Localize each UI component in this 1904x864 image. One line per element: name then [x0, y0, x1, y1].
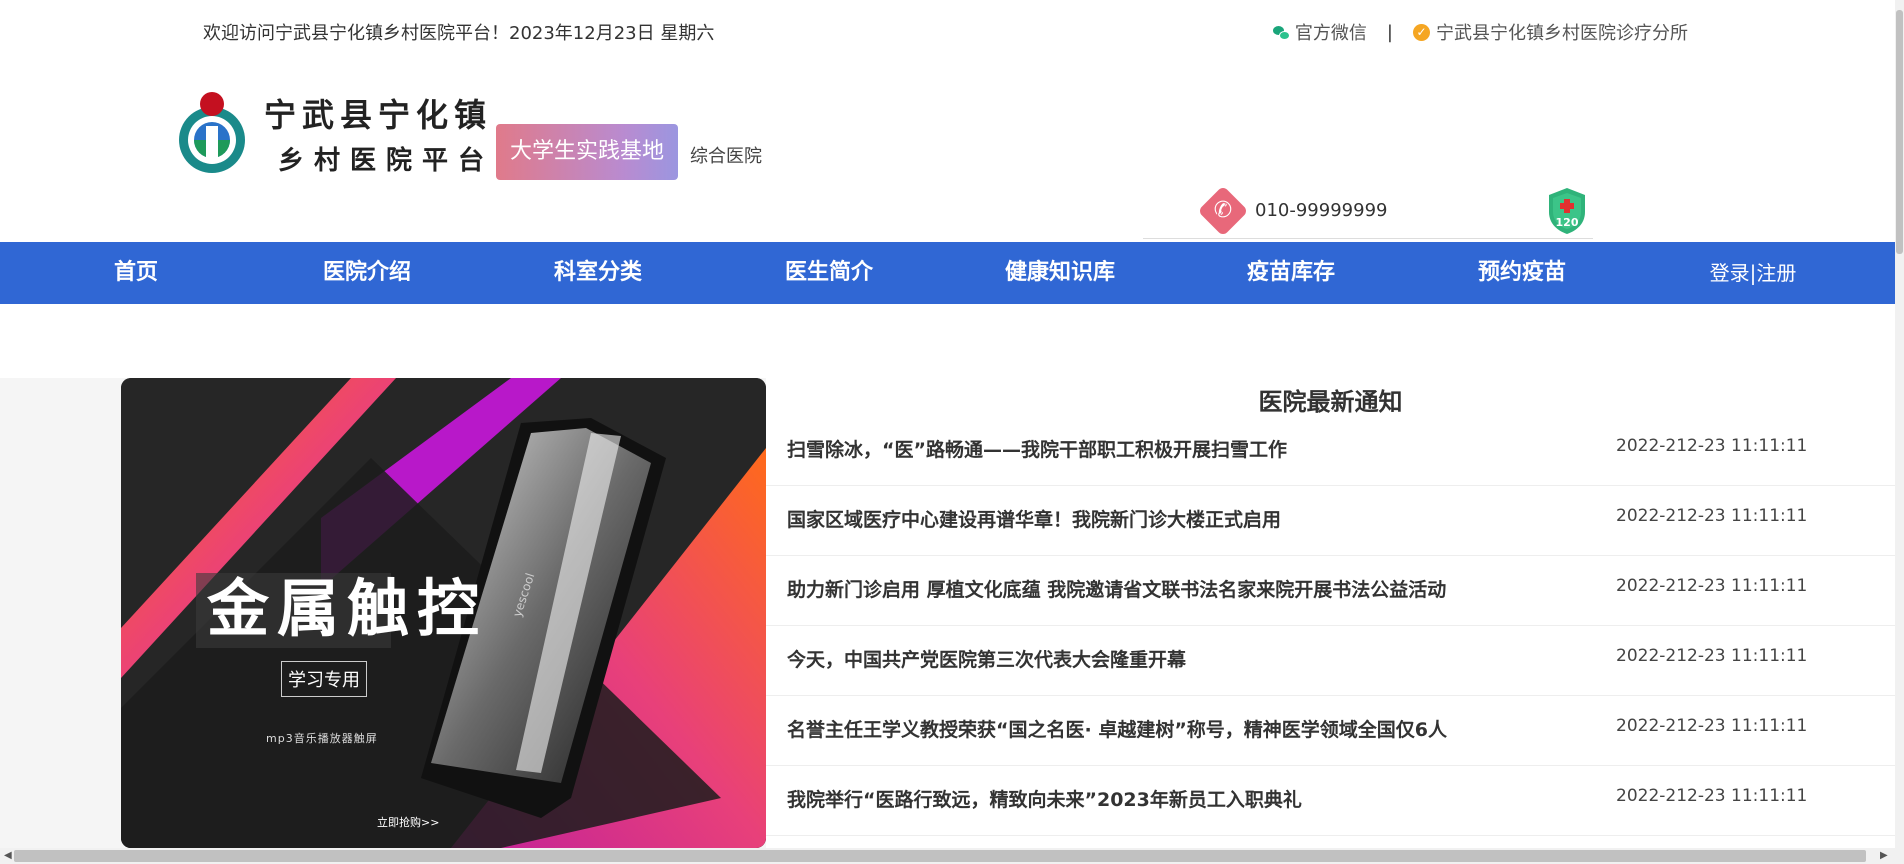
- notice-panel: 医院最新通知 扫雪除冰，“医”路畅通——我院干部职工积极开展扫雪工作 2022-…: [766, 378, 1895, 848]
- notice-panel-title: 医院最新通知: [1258, 388, 1403, 416]
- scroll-right-arrow-icon[interactable]: ▶: [1880, 848, 1888, 864]
- notice-text: 国家区域医疗中心建设再谱华章！我院新门诊大楼正式启用: [787, 509, 1282, 531]
- check-circle-icon: ✓: [1413, 23, 1430, 41]
- notice-date: 2022-212-23 11:11:11: [1616, 506, 1808, 526]
- notice-item[interactable]: 名誉主任王学义教授荣获“国之名医· 卓越建树”称号，精神医学领域全国仅6人 20…: [766, 695, 1895, 766]
- notice-item[interactable]: 助力新门诊启用 厚植文化底蕴 我院邀请省文联书法名家来院开展书法公益活动 202…: [766, 555, 1895, 626]
- notice-date: 2022-212-23 11:11:11: [1616, 716, 1808, 736]
- wechat-icon: [1272, 25, 1290, 40]
- vertical-scrollbar[interactable]: [1895, 0, 1904, 848]
- nav-item-vaccine-booking[interactable]: 预约疫苗: [1478, 242, 1566, 304]
- logo-emblem-icon: [179, 92, 245, 173]
- practice-base-badge: 大学生实践基地: [496, 124, 678, 180]
- site-logo[interactable]: 宁武县宁化镇 乡村医院平台: [172, 88, 486, 228]
- link-separator: |: [1386, 21, 1393, 43]
- header: 宁武县宁化镇 乡村医院平台 大学生实践基地 综合医院 ✆ 010-9999999…: [0, 60, 1888, 242]
- notice-date: 2022-212-23 11:11:11: [1616, 576, 1808, 596]
- scroll-left-arrow-icon[interactable]: ◀: [4, 848, 12, 864]
- main-content: 金属触控 学习专用 mp3音乐播放器触屏 yescool 立即抢购>> 医院最新…: [0, 378, 1895, 848]
- nav-item-hospital-intro[interactable]: 医院介绍: [323, 242, 411, 304]
- top-bar: 欢迎访问宁武县宁化镇乡村医院平台！2023年12月23日 星期六 官方微信 | …: [0, 0, 1888, 60]
- notice-text: 我院举行“医路行致远，精致向未来”2023年新员工入职典礼: [787, 789, 1302, 811]
- hospital-type-label: 综合医院: [690, 146, 762, 167]
- nav-item-home[interactable]: 首页: [114, 242, 158, 304]
- phone-handset-icon: ✆: [1213, 198, 1233, 223]
- notice-item[interactable]: 我院举行“医路行致远，精致向未来”2023年新员工入职典礼 2022-212-2…: [766, 765, 1895, 836]
- logo-line2: 乡村医院平台: [278, 146, 495, 176]
- branch-link[interactable]: ✓ 宁武县宁化镇乡村医院诊疗分所: [1413, 19, 1688, 45]
- phone-number: 010-99999999: [1255, 200, 1388, 221]
- notice-text: 扫雪除冰，“医”路畅通——我院干部职工积极开展扫雪工作: [787, 439, 1287, 461]
- logo-text: 宁武县宁化镇 乡村医院平台: [264, 90, 494, 177]
- nav-item-departments[interactable]: 科室分类: [554, 242, 642, 304]
- notice-item[interactable]: 今天，中国共产党医院第三次代表大会隆重开幕 2022-212-23 11:11:…: [766, 625, 1895, 696]
- emergency-120-icon: 120: [1549, 188, 1585, 234]
- logo-line1: 宁武县宁化镇: [264, 96, 493, 134]
- promo-banner[interactable]: 金属触控 学习专用 mp3音乐播放器触屏 yescool 立即抢购>>: [121, 378, 766, 848]
- wechat-label: 官方微信: [1294, 23, 1367, 44]
- horizontal-scrollbar[interactable]: ◀ ▶: [0, 848, 1904, 864]
- wechat-link[interactable]: 官方微信: [1272, 19, 1367, 45]
- nav-item-doctors[interactable]: 医生简介: [785, 242, 873, 304]
- horizontal-scrollbar-thumb[interactable]: [14, 850, 1866, 862]
- banner-cta[interactable]: 立即抢购>>: [377, 814, 439, 830]
- nav-item-vaccine-stock[interactable]: 疫苗库存: [1247, 242, 1335, 304]
- vertical-scrollbar-thumb[interactable]: [1896, 10, 1903, 254]
- nav-item-health-knowledge[interactable]: 健康知识库: [1005, 242, 1115, 304]
- notice-date: 2022-212-23 11:11:11: [1616, 646, 1808, 666]
- notice-text: 助力新门诊启用 厚植文化底蕴 我院邀请省文联书法名家来院开展书法公益活动: [787, 579, 1447, 601]
- notice-item[interactable]: 扫雪除冰，“医”路畅通——我院干部职工积极开展扫雪工作 2022-212-23 …: [766, 415, 1895, 486]
- branch-label: 宁武县宁化镇乡村医院诊疗分所: [1436, 23, 1688, 44]
- notice-date: 2022-212-23 11:11:11: [1616, 436, 1808, 456]
- login-register-link[interactable]: 登录|注册: [1710, 242, 1797, 304]
- top-links: 官方微信 | ✓ 宁武县宁化镇乡村医院诊疗分所: [1272, 19, 1688, 45]
- notice-item[interactable]: 国家区域医疗中心建设再谱华章！我院新门诊大楼正式启用 2022-212-23 1…: [766, 485, 1895, 556]
- banner-tag: 学习专用: [281, 661, 367, 697]
- main-nav: 首页 医院介绍 科室分类 医生简介 健康知识库 疫苗库存 预约疫苗 登录|注册: [0, 242, 1895, 304]
- banner-headline: 金属触控: [207, 572, 488, 645]
- notice-date: 2022-212-23 11:11:11: [1616, 786, 1808, 806]
- hotline-box: ✆ 010-99999999 120: [1143, 120, 1593, 239]
- welcome-text: 欢迎访问宁武县宁化镇乡村医院平台！2023年12月23日 星期六: [203, 23, 715, 44]
- emergency-120-label: 120: [1556, 216, 1579, 229]
- notice-text: 名誉主任王学义教授荣获“国之名医· 卓越建树”称号，精神医学领域全国仅6人: [787, 719, 1448, 741]
- notice-text: 今天，中国共产党医院第三次代表大会隆重开幕: [787, 649, 1187, 671]
- banner-subtitle: mp3音乐播放器触屏: [266, 732, 378, 745]
